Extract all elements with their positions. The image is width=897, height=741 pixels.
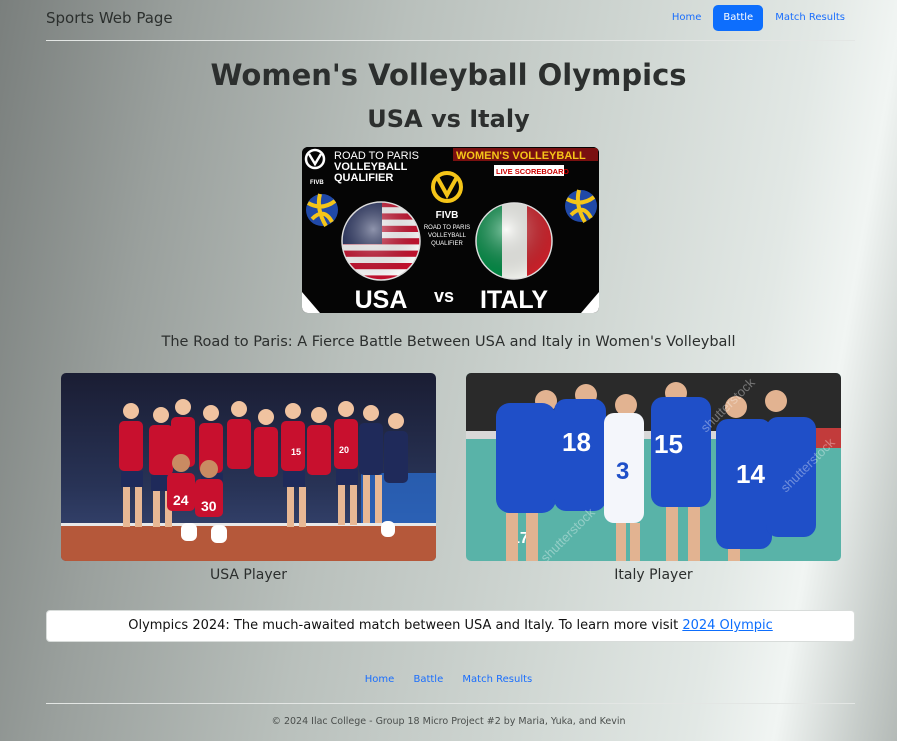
live-scoreboard-label: LIVE SCOREBOARD: [496, 167, 570, 176]
footer-match-results-link[interactable]: Match Results: [462, 674, 532, 685]
svg-text:30: 30: [201, 498, 217, 514]
svg-text:15: 15: [291, 447, 301, 457]
volleyball-icon-right: [565, 189, 597, 224]
center-text-2: VOLLEYBALL: [428, 233, 467, 239]
notice-text: Olympics 2024: The much-awaited match be…: [128, 618, 683, 633]
olympic-notice: Olympics 2024: The much-awaited match be…: [46, 610, 855, 642]
nav-match-results-link[interactable]: Match Results: [765, 5, 855, 31]
svg-text:14: 14: [736, 459, 765, 489]
usa-player-label: USA Player: [210, 567, 287, 583]
center-logo-text: FIVB: [436, 210, 459, 221]
footer-home-link[interactable]: Home: [365, 674, 395, 685]
brand-title[interactable]: Sports Web Page: [46, 9, 173, 27]
banner-team-usa: USA: [355, 286, 408, 313]
nav-home-link[interactable]: Home: [662, 5, 712, 31]
center-text-1: ROAD TO PARIS: [424, 225, 470, 231]
italy-player-card: 18 15 14 17 3 shutterstock shutterstock …: [466, 373, 841, 583]
nav-battle-link[interactable]: Battle: [713, 5, 764, 31]
svg-text:15: 15: [654, 429, 683, 459]
page-subtitle: USA vs Italy: [367, 105, 530, 133]
small-logo-text: FIVB: [310, 180, 324, 186]
usa-team-photo: 24 30 15 20: [61, 373, 436, 561]
banner-top-left-line3: QUALIFIER: [334, 172, 393, 184]
footer-nav: Home Battle Match Results: [0, 674, 897, 685]
navbar: Sports Web Page Home Battle Match Result…: [46, 0, 855, 41]
svg-text:20: 20: [339, 445, 349, 455]
italy-team-photo: 18 15 14 17 3 shutterstock shutterstock …: [466, 373, 841, 561]
banner-vs: vs: [434, 286, 454, 306]
nav-links: Home Battle Match Results: [662, 5, 855, 31]
olympic-link[interactable]: 2024 Olympic: [682, 618, 772, 633]
footer-battle-link[interactable]: Battle: [413, 674, 443, 685]
banner-top-right: WOMEN'S VOLLEYBALL: [456, 150, 586, 162]
banner-team-italy: ITALY: [480, 286, 548, 313]
usa-player-card: 24 30 15 20 USA Player: [61, 373, 436, 583]
footer-divider: [46, 703, 855, 704]
italy-player-label: Italy Player: [614, 567, 693, 583]
svg-text:3: 3: [616, 458, 629, 485]
copyright-text: © 2024 Ilac College - Group 18 Micro Pro…: [271, 716, 626, 727]
page-title: Women's Volleyball Olympics: [210, 58, 687, 92]
svg-text:24: 24: [173, 492, 189, 508]
match-caption: The Road to Paris: A Fierce Battle Betwe…: [161, 334, 736, 350]
volleyball-icon-left: [306, 193, 338, 228]
match-banner-image: FIVB ROAD TO PARIS VOLLEYBALL QUALIFIER …: [302, 147, 599, 313]
center-text-3: QUALIFIER: [431, 241, 463, 247]
svg-text:18: 18: [562, 427, 591, 457]
